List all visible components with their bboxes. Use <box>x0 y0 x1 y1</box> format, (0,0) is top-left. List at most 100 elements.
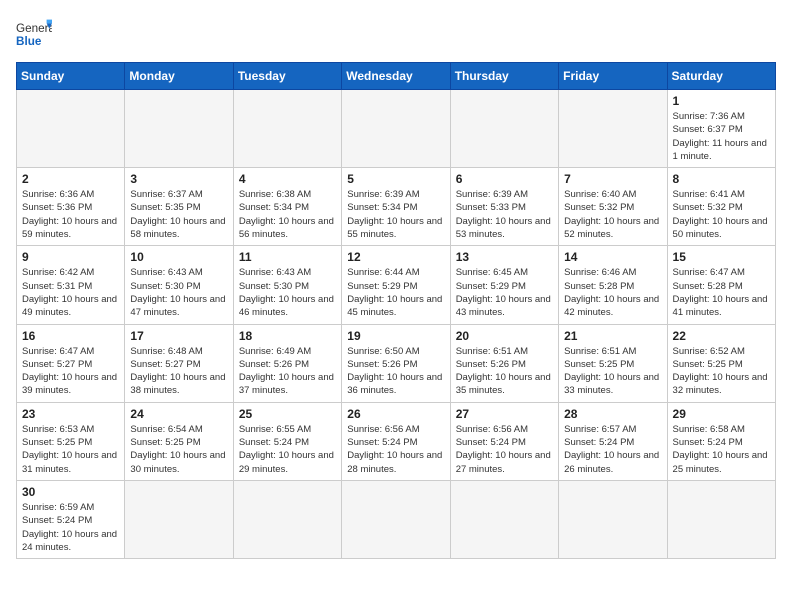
day-number: 19 <box>347 329 444 343</box>
header: General Blue <box>16 16 776 52</box>
calendar-cell <box>125 480 233 558</box>
day-number: 24 <box>130 407 227 421</box>
calendar-cell: 25 Sunrise: 6:55 AM Sunset: 5:24 PM Dayli… <box>233 402 341 480</box>
svg-text:Blue: Blue <box>16 35 42 48</box>
day-info: Sunrise: 6:40 AM Sunset: 5:32 PM Dayligh… <box>564 188 661 241</box>
calendar-cell: 8 Sunrise: 6:41 AM Sunset: 5:32 PM Daylig… <box>667 168 775 246</box>
calendar-cell: 17 Sunrise: 6:48 AM Sunset: 5:27 PM Dayli… <box>125 324 233 402</box>
day-info: Sunrise: 6:43 AM Sunset: 5:30 PM Dayligh… <box>130 266 227 319</box>
calendar-cell: 7Sunrise: 6:40 AM Sunset: 5:32 PM Daylig… <box>559 168 667 246</box>
day-number: 18 <box>239 329 336 343</box>
day-number: 9 <box>22 250 119 264</box>
logo: General Blue <box>16 16 52 52</box>
calendar-cell: 14 Sunrise: 6:46 AM Sunset: 5:28 PM Dayli… <box>559 246 667 324</box>
day-info: Sunrise: 6:51 AM Sunset: 5:26 PM Dayligh… <box>456 345 553 398</box>
day-info: Sunrise: 6:46 AM Sunset: 5:28 PM Dayligh… <box>564 266 661 319</box>
calendar-cell <box>342 480 450 558</box>
day-info: Sunrise: 6:45 AM Sunset: 5:29 PM Dayligh… <box>456 266 553 319</box>
day-info: Sunrise: 6:57 AM Sunset: 5:24 PM Dayligh… <box>564 423 661 476</box>
day-number: 29 <box>673 407 770 421</box>
col-header-thursday: Thursday <box>450 63 558 90</box>
day-number: 6 <box>456 172 553 186</box>
day-number: 3 <box>130 172 227 186</box>
day-info: Sunrise: 6:56 AM Sunset: 5:24 PM Dayligh… <box>347 423 444 476</box>
calendar-cell <box>233 480 341 558</box>
day-number: 2 <box>22 172 119 186</box>
day-number: 8 <box>673 172 770 186</box>
calendar-cell: 29Sunrise: 6:58 AM Sunset: 5:24 PM Dayli… <box>667 402 775 480</box>
day-info: Sunrise: 6:41 AM Sunset: 5:32 PM Dayligh… <box>673 188 770 241</box>
day-number: 21 <box>564 329 661 343</box>
calendar-cell: 22 Sunrise: 6:52 AM Sunset: 5:25 PM Dayli… <box>667 324 775 402</box>
day-info: Sunrise: 6:52 AM Sunset: 5:25 PM Dayligh… <box>673 345 770 398</box>
calendar-header-row: SundayMondayTuesdayWednesdayThursdayFrid… <box>17 63 776 90</box>
day-number: 17 <box>130 329 227 343</box>
calendar-cell: 30 Sunrise: 6:59 AM Sunset: 5:24 PM Dayli… <box>17 480 125 558</box>
calendar-cell <box>125 90 233 168</box>
day-number: 23 <box>22 407 119 421</box>
day-info: Sunrise: 6:51 AM Sunset: 5:25 PM Dayligh… <box>564 345 661 398</box>
day-number: 20 <box>456 329 553 343</box>
day-info: Sunrise: 6:38 AM Sunset: 5:34 PM Dayligh… <box>239 188 336 241</box>
calendar-cell: 21 Sunrise: 6:51 AM Sunset: 5:25 PM Dayli… <box>559 324 667 402</box>
day-info: Sunrise: 6:49 AM Sunset: 5:26 PM Dayligh… <box>239 345 336 398</box>
col-header-wednesday: Wednesday <box>342 63 450 90</box>
col-header-monday: Monday <box>125 63 233 90</box>
day-number: 28 <box>564 407 661 421</box>
calendar-cell: 6 Sunrise: 6:39 AM Sunset: 5:33 PM Daylig… <box>450 168 558 246</box>
calendar-cell: 9Sunrise: 6:42 AM Sunset: 5:31 PM Daylig… <box>17 246 125 324</box>
day-number: 12 <box>347 250 444 264</box>
day-info: Sunrise: 6:37 AM Sunset: 5:35 PM Dayligh… <box>130 188 227 241</box>
day-number: 13 <box>456 250 553 264</box>
week-row-1: 2 Sunrise: 6:36 AM Sunset: 5:36 PM Daylig… <box>17 168 776 246</box>
calendar-cell: 13 Sunrise: 6:45 AM Sunset: 5:29 PM Dayli… <box>450 246 558 324</box>
col-header-saturday: Saturday <box>667 63 775 90</box>
calendar-cell: 12 Sunrise: 6:44 AM Sunset: 5:29 PM Dayli… <box>342 246 450 324</box>
day-info: Sunrise: 6:48 AM Sunset: 5:27 PM Dayligh… <box>130 345 227 398</box>
calendar-cell: 15 Sunrise: 6:47 AM Sunset: 5:28 PM Dayli… <box>667 246 775 324</box>
calendar-cell: 18 Sunrise: 6:49 AM Sunset: 5:26 PM Dayli… <box>233 324 341 402</box>
day-info: Sunrise: 6:36 AM Sunset: 5:36 PM Dayligh… <box>22 188 119 241</box>
calendar-cell: 24 Sunrise: 6:54 AM Sunset: 5:25 PM Dayli… <box>125 402 233 480</box>
day-info: Sunrise: 6:44 AM Sunset: 5:29 PM Dayligh… <box>347 266 444 319</box>
day-number: 26 <box>347 407 444 421</box>
calendar: SundayMondayTuesdayWednesdayThursdayFrid… <box>16 62 776 559</box>
calendar-cell: 10Sunrise: 6:43 AM Sunset: 5:30 PM Dayli… <box>125 246 233 324</box>
calendar-cell: 11 Sunrise: 6:43 AM Sunset: 5:30 PM Dayli… <box>233 246 341 324</box>
day-number: 25 <box>239 407 336 421</box>
day-number: 11 <box>239 250 336 264</box>
week-row-5: 30 Sunrise: 6:59 AM Sunset: 5:24 PM Dayli… <box>17 480 776 558</box>
generalblue-logo-icon: General Blue <box>16 16 52 52</box>
calendar-cell: 23Sunrise: 6:53 AM Sunset: 5:25 PM Dayli… <box>17 402 125 480</box>
day-info: Sunrise: 6:55 AM Sunset: 5:24 PM Dayligh… <box>239 423 336 476</box>
day-number: 14 <box>564 250 661 264</box>
day-number: 30 <box>22 485 119 499</box>
day-info: Sunrise: 6:50 AM Sunset: 5:26 PM Dayligh… <box>347 345 444 398</box>
week-row-4: 23Sunrise: 6:53 AM Sunset: 5:25 PM Dayli… <box>17 402 776 480</box>
week-row-0: 1 Sunrise: 7:36 AM Sunset: 6:37 PM Daylig… <box>17 90 776 168</box>
day-number: 16 <box>22 329 119 343</box>
day-info: Sunrise: 6:56 AM Sunset: 5:24 PM Dayligh… <box>456 423 553 476</box>
day-info: Sunrise: 6:39 AM Sunset: 5:34 PM Dayligh… <box>347 188 444 241</box>
week-row-3: 16 Sunrise: 6:47 AM Sunset: 5:27 PM Dayli… <box>17 324 776 402</box>
day-number: 22 <box>673 329 770 343</box>
day-info: Sunrise: 6:43 AM Sunset: 5:30 PM Dayligh… <box>239 266 336 319</box>
day-info: Sunrise: 6:59 AM Sunset: 5:24 PM Dayligh… <box>22 501 119 554</box>
day-number: 1 <box>673 94 770 108</box>
calendar-cell: 28 Sunrise: 6:57 AM Sunset: 5:24 PM Dayli… <box>559 402 667 480</box>
calendar-cell <box>559 90 667 168</box>
day-info: Sunrise: 7:36 AM Sunset: 6:37 PM Dayligh… <box>673 110 770 163</box>
week-row-2: 9Sunrise: 6:42 AM Sunset: 5:31 PM Daylig… <box>17 246 776 324</box>
calendar-cell: 4Sunrise: 6:38 AM Sunset: 5:34 PM Daylig… <box>233 168 341 246</box>
day-info: Sunrise: 6:54 AM Sunset: 5:25 PM Dayligh… <box>130 423 227 476</box>
day-info: Sunrise: 6:47 AM Sunset: 5:28 PM Dayligh… <box>673 266 770 319</box>
calendar-cell: 26 Sunrise: 6:56 AM Sunset: 5:24 PM Dayli… <box>342 402 450 480</box>
day-info: Sunrise: 6:47 AM Sunset: 5:27 PM Dayligh… <box>22 345 119 398</box>
day-info: Sunrise: 6:39 AM Sunset: 5:33 PM Dayligh… <box>456 188 553 241</box>
calendar-cell <box>667 480 775 558</box>
calendar-cell: 19 Sunrise: 6:50 AM Sunset: 5:26 PM Dayli… <box>342 324 450 402</box>
calendar-cell: 27Sunrise: 6:56 AM Sunset: 5:24 PM Dayli… <box>450 402 558 480</box>
day-number: 5 <box>347 172 444 186</box>
calendar-cell: 5 Sunrise: 6:39 AM Sunset: 5:34 PM Daylig… <box>342 168 450 246</box>
day-number: 15 <box>673 250 770 264</box>
